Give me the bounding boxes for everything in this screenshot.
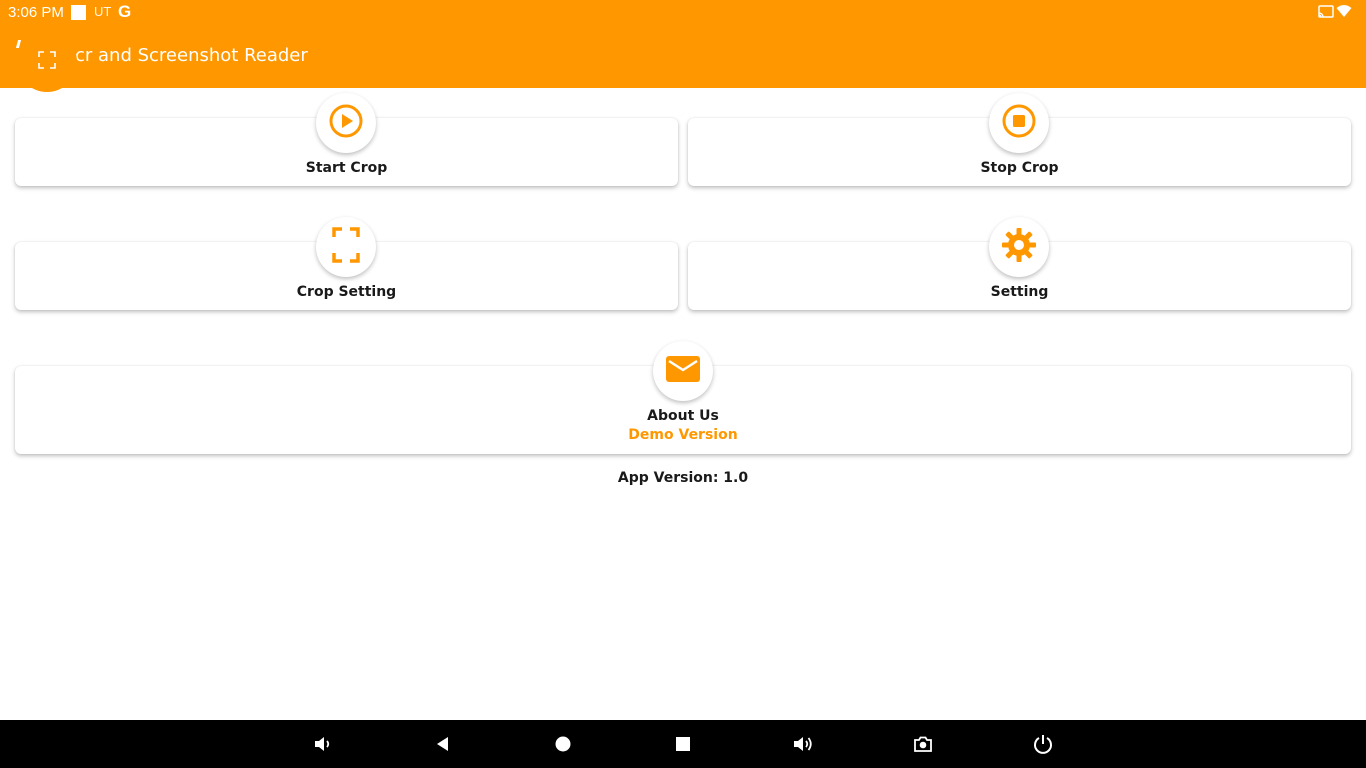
play-circle-icon: [328, 103, 364, 143]
stop-crop-icon-button[interactable]: [989, 93, 1049, 153]
start-crop-label: Start Crop: [305, 160, 388, 176]
setting-label: Setting: [990, 284, 1049, 300]
volume-up-icon[interactable]: [791, 732, 815, 756]
wifi-icon: [1336, 4, 1352, 22]
navigation-bar: [0, 720, 1366, 768]
recents-icon[interactable]: [671, 732, 695, 756]
camera-icon[interactable]: [911, 732, 935, 756]
crop-setting-label: Crop Setting: [296, 284, 397, 300]
mail-icon: [665, 355, 701, 387]
crop-setting-icon-button[interactable]: [316, 217, 376, 277]
power-icon[interactable]: [1031, 732, 1055, 756]
stop-crop-label: Stop Crop: [980, 160, 1059, 176]
gear-icon: [1001, 227, 1037, 267]
back-icon[interactable]: [431, 732, 455, 756]
cast-icon: [1318, 5, 1334, 23]
app-version-text: App Version: 1.0: [617, 470, 749, 486]
setting-icon-button[interactable]: [989, 217, 1049, 277]
start-crop-icon-button[interactable]: [316, 93, 376, 153]
status-carrier: UT: [94, 4, 112, 19]
app-title: cr and Screenshot Reader: [75, 45, 308, 66]
crop-floating-button[interactable]: [17, 32, 77, 92]
crop-frame-icon: [38, 51, 56, 73]
app-bar: cr and Screenshot Reader: [0, 24, 1366, 92]
volume-down-icon[interactable]: [311, 732, 335, 756]
about-us-icon-button[interactable]: [653, 341, 713, 401]
stop-circle-icon: [1001, 103, 1037, 143]
about-us-label: About Us: [647, 408, 719, 424]
notification-square-icon: [71, 5, 86, 20]
home-icon[interactable]: [551, 732, 575, 756]
status-bar: 3:06 PM UT G: [0, 0, 1366, 24]
google-icon: G: [118, 2, 132, 21]
crop-frame-icon: [332, 227, 360, 267]
demo-version-label: Demo Version: [628, 427, 738, 443]
status-time: 3:06 PM: [8, 4, 64, 21]
